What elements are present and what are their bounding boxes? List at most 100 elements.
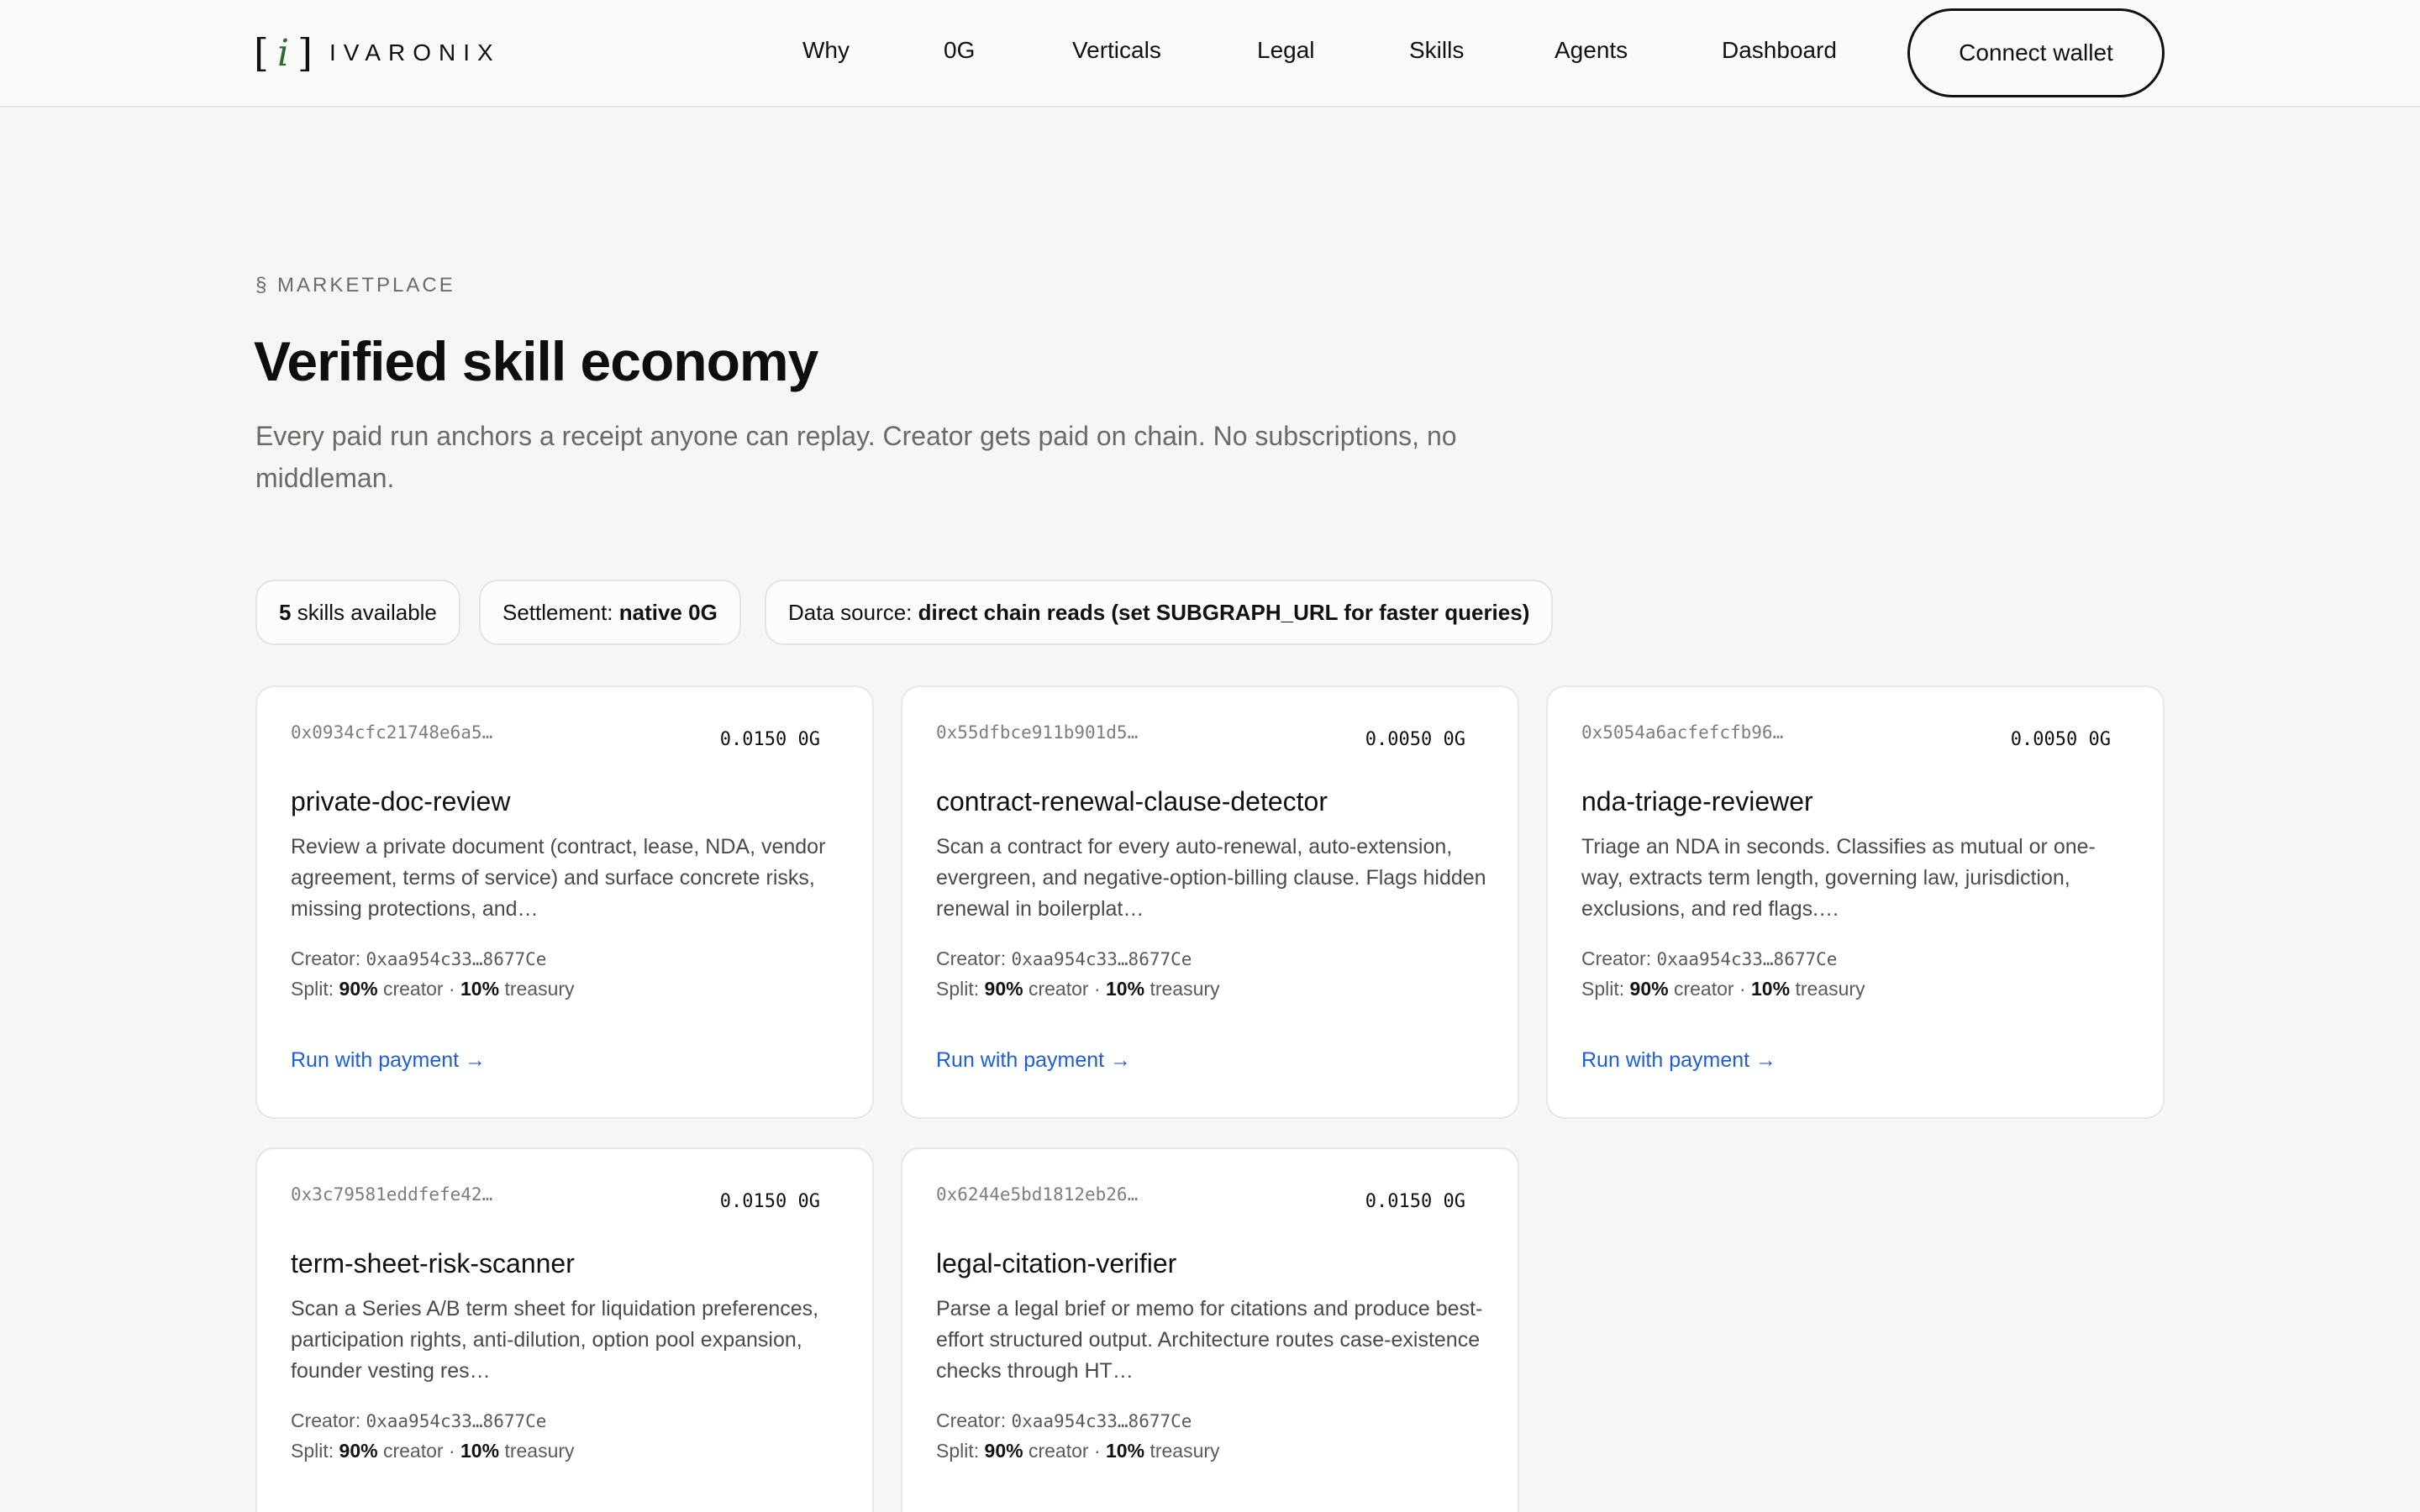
logo-bracket-right: ]: [297, 30, 318, 76]
creator-label: Creator:: [291, 1410, 361, 1431]
settlement-value: native 0G: [618, 599, 718, 625]
treasury-word: treasury: [1150, 978, 1220, 1000]
skill-description: Review a private document (contract, lea…: [291, 835, 826, 921]
logo-text: IVARONIX: [329, 39, 501, 66]
section-eyebrow: § MARKETPLACE: [255, 274, 455, 297]
creator-pct: 90%: [984, 1440, 1023, 1462]
logo-mark-i: i: [276, 31, 295, 75]
skills-count-label: skills available: [297, 599, 437, 625]
split-dot: ·: [448, 1440, 455, 1462]
settlement-chip: Settlement: native 0G: [479, 580, 741, 645]
skill-name: legal-citation-verifier: [936, 1248, 1177, 1278]
creator-word: creator: [1673, 978, 1734, 1000]
split-label: Split:: [291, 1440, 334, 1462]
skill-price: 0.0050 0G: [2010, 729, 2111, 750]
creator-address: 0xaa954c33…8677Ce: [366, 949, 547, 969]
skill-hash: 0x3c79581eddfefe42…: [291, 1184, 493, 1205]
skill-creator: Creator: 0xaa954c33…8677Ce: [291, 948, 546, 970]
treasury-word: treasury: [1795, 978, 1865, 1000]
creator-label: Creator:: [291, 948, 361, 969]
creator-address: 0xaa954c33…8677Ce: [1011, 1411, 1192, 1431]
split-label: Split:: [936, 978, 980, 1000]
treasury-pct: 10%: [460, 1440, 500, 1462]
creator-pct: 90%: [1629, 978, 1669, 1000]
split-dot: ·: [1739, 978, 1746, 1000]
run-with-payment-link[interactable]: Run with payment →: [936, 1048, 1131, 1073]
settlement-label: Settlement:: [502, 599, 613, 625]
split-label: Split:: [936, 1440, 980, 1462]
creator-pct: 90%: [339, 1440, 378, 1462]
data-source-chip: Data source: direct chain reads (set SUB…: [765, 580, 1554, 645]
nav-why[interactable]: Why: [802, 37, 850, 64]
skill-card: 0x6244e5bd1812eb26… 0.0150 0G legal-cita…: [901, 1147, 1519, 1512]
skill-hash: 0x0934cfc21748e6a5…: [291, 722, 493, 743]
skill-description: Triage an NDA in seconds. Classifies as …: [1581, 835, 2096, 921]
creator-pct: 90%: [984, 978, 1023, 1000]
skill-split: Split: 90% creator · 10% treasury: [291, 978, 575, 1000]
skill-hash: 0x6244e5bd1812eb26…: [936, 1184, 1139, 1205]
skill-card: 0x3c79581eddfefe42… 0.0150 0G term-sheet…: [255, 1147, 874, 1512]
nav-skills[interactable]: Skills: [1409, 37, 1464, 64]
logo-bracket-left: [: [254, 30, 274, 76]
skill-name: nda-triage-reviewer: [1581, 786, 1813, 816]
skill-creator: Creator: 0xaa954c33…8677Ce: [291, 1410, 546, 1432]
skill-hash: 0x55dfbce911b901d5…: [936, 722, 1139, 743]
creator-pct: 90%: [339, 978, 378, 1000]
page-title: Verified skill economy: [254, 330, 818, 392]
ivaronix-logo[interactable]: [ i ] IVARONIX: [254, 30, 501, 76]
skill-creator: Creator: 0xaa954c33…8677Ce: [1581, 948, 1837, 970]
creator-address: 0xaa954c33…8677Ce: [366, 1411, 547, 1431]
treasury-pct: 10%: [1106, 1440, 1145, 1462]
connect-wallet-button[interactable]: Connect wallet: [1907, 8, 2165, 97]
skill-card: 0x55dfbce911b901d5… 0.0050 0G contract-r…: [901, 685, 1519, 1119]
creator-address: 0xaa954c33…8677Ce: [1011, 949, 1192, 969]
treasury-pct: 10%: [460, 978, 500, 1000]
data-source-value: direct chain reads (set SUBGRAPH_URL for…: [918, 599, 1530, 625]
skill-card: 0x0934cfc21748e6a5… 0.0150 0G private-do…: [255, 685, 874, 1119]
nav-legal[interactable]: Legal: [1257, 37, 1315, 64]
creator-label: Creator:: [1581, 948, 1652, 969]
treasury-word: treasury: [504, 1440, 575, 1462]
split-label: Split:: [291, 978, 334, 1000]
creator-label: Creator:: [936, 1410, 1007, 1431]
split-dot: ·: [1093, 1440, 1101, 1462]
skill-name: contract-renewal-clause-detector: [936, 786, 1328, 816]
skill-name: term-sheet-risk-scanner: [291, 1248, 575, 1278]
skill-creator: Creator: 0xaa954c33…8677Ce: [936, 948, 1192, 970]
skill-price: 0.0150 0G: [1365, 1191, 1465, 1212]
nav-agents[interactable]: Agents: [1555, 37, 1628, 64]
logo-mark: [ i ]: [254, 30, 318, 76]
page-subtitle: Every paid run anchors a receipt anyone …: [255, 421, 1457, 493]
skill-description: Scan a Series A/B term sheet for liquida…: [291, 1297, 819, 1383]
nav-verticals[interactable]: Verticals: [1072, 37, 1161, 64]
skill-price: 0.0050 0G: [1365, 729, 1465, 750]
top-navigation-bar: [ i ] IVARONIX Why 0G Verticals Legal Sk…: [0, 0, 2420, 108]
nav-0g[interactable]: 0G: [944, 37, 975, 64]
treasury-pct: 10%: [1106, 978, 1145, 1000]
skills-count: 5: [279, 599, 292, 625]
creator-word: creator: [1028, 978, 1089, 1000]
split-dot: ·: [1093, 978, 1101, 1000]
skill-split: Split: 90% creator · 10% treasury: [1581, 978, 1865, 1000]
nav-dashboard[interactable]: Dashboard: [1722, 37, 1837, 64]
skill-description: Scan a contract for every auto-renewal, …: [936, 835, 1486, 921]
creator-word: creator: [382, 1440, 444, 1462]
run-with-payment-link[interactable]: Run with payment →: [291, 1048, 486, 1073]
creator-word: creator: [1028, 1440, 1089, 1462]
skill-name: private-doc-review: [291, 786, 511, 816]
run-with-payment-link[interactable]: Run with payment →: [1581, 1048, 1776, 1073]
skill-price: 0.0150 0G: [719, 729, 820, 750]
skill-description: Parse a legal brief or memo for citation…: [936, 1297, 1483, 1383]
treasury-pct: 10%: [1751, 978, 1791, 1000]
split-label: Split:: [1581, 978, 1625, 1000]
skill-split: Split: 90% creator · 10% treasury: [936, 978, 1220, 1000]
treasury-word: treasury: [504, 978, 575, 1000]
skill-hash: 0x5054a6acfefcfb96…: [1581, 722, 1784, 743]
creator-word: creator: [382, 978, 444, 1000]
skill-price: 0.0150 0G: [719, 1191, 820, 1212]
treasury-word: treasury: [1150, 1440, 1220, 1462]
creator-label: Creator:: [936, 948, 1007, 969]
skill-split: Split: 90% creator · 10% treasury: [291, 1440, 575, 1462]
skill-split: Split: 90% creator · 10% treasury: [936, 1440, 1220, 1462]
split-dot: ·: [448, 978, 455, 1000]
